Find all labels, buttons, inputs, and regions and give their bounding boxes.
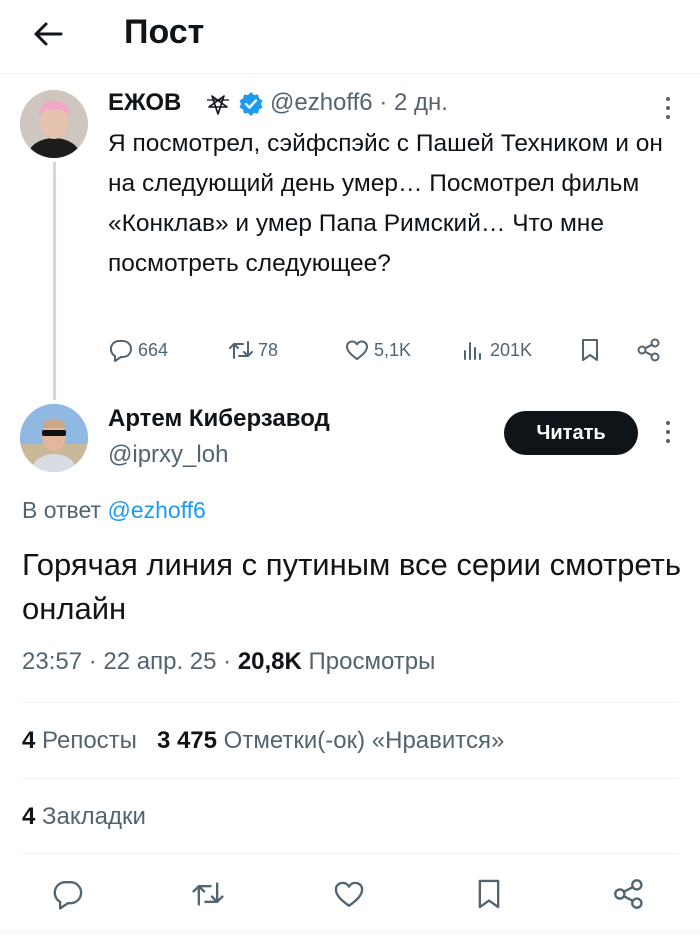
reply-mention-link[interactable]: @ezhoff6: [107, 497, 205, 523]
like-count: 5,1K: [374, 339, 412, 360]
reposts-label: Репосты: [35, 727, 137, 754]
share-button[interactable]: [612, 877, 646, 911]
engagement-stats: 4 Репосты 3 475 Отметки(-ок) «Нравится»: [22, 724, 504, 758]
share-icon: [637, 338, 660, 362]
top-bar: Пост: [0, 0, 700, 74]
views-icon: [464, 342, 481, 360]
follow-button[interactable]: Читать: [504, 411, 638, 455]
author-name[interactable]: ЕЖОВ: [108, 88, 181, 118]
reply-button[interactable]: [51, 877, 85, 911]
more-icon[interactable]: [664, 419, 672, 445]
repost-button[interactable]: 78: [228, 333, 278, 367]
bookmarks-stat[interactable]: 4 Закладки: [22, 800, 146, 834]
repost-count: 78: [258, 339, 279, 360]
bookmark-button[interactable]: [472, 877, 506, 911]
avatar[interactable]: [20, 90, 88, 158]
reply-icon: [53, 881, 83, 910]
tweet-meta: 23:57 · 22 апр. 25 · 20,8K Просмотры: [22, 645, 435, 679]
back-arrow-icon: [34, 22, 63, 46]
author-handle[interactable]: @iprxy_loh: [108, 439, 228, 471]
reposts-count: 4: [22, 727, 36, 754]
views-count: 201K: [490, 339, 533, 360]
views-label: Просмотры: [301, 648, 436, 675]
bookmark-icon: [478, 879, 500, 909]
action-bar: 664 78 5,1K 201K: [108, 333, 668, 367]
likes-label: Отметки(-ок) «Нравится»: [217, 727, 505, 754]
divider: [22, 778, 678, 779]
repost-icon: [229, 341, 253, 359]
divider: [22, 702, 678, 703]
like-button[interactable]: [332, 877, 366, 911]
reply-prefix: В ответ: [22, 497, 108, 523]
verified-badge-icon: [239, 92, 263, 116]
timestamp[interactable]: 23:57 · 22 апр. 25 ·: [22, 648, 238, 675]
divider: [22, 853, 678, 854]
reply-context: В ответ @ezhoff6: [22, 494, 206, 526]
tweet-text: Горячая линия с путиным все серии смотре…: [22, 547, 681, 626]
share-icon: [614, 879, 643, 909]
divider: [0, 932, 700, 933]
views-count: 20,8K: [237, 648, 302, 675]
repost-icon: [192, 882, 224, 906]
bookmark-icon: [582, 339, 598, 361]
likes-stat[interactable]: 3 475 Отметки(-ок) «Нравится»: [157, 727, 504, 754]
reply-icon: [109, 339, 132, 362]
avatar[interactable]: [20, 404, 88, 472]
thread-line: [53, 162, 56, 400]
bottom-action-bar: [0, 860, 700, 922]
likes-count: 3 475: [156, 727, 217, 754]
pentagram-icon: [207, 95, 229, 115]
reply-button[interactable]: 664: [108, 333, 168, 367]
reply-count: 664: [138, 339, 169, 360]
repost-button[interactable]: [191, 877, 225, 911]
reposts-stat[interactable]: 4 Репосты: [22, 727, 137, 754]
bookmark-button[interactable]: [577, 333, 607, 367]
bookmarks-count: 4: [22, 803, 36, 830]
more-icon[interactable]: [664, 95, 672, 121]
tweet-text: Я посмотрел, сэйфспэйс с Пашей Техником …: [108, 130, 663, 277]
share-button[interactable]: [636, 333, 666, 367]
page-title: Пост: [124, 13, 205, 51]
like-icon: [346, 340, 368, 360]
back-button[interactable]: [28, 14, 68, 54]
views-button[interactable]: 201K: [460, 333, 532, 367]
bookmarks-label: Закладки: [35, 803, 146, 830]
like-button[interactable]: 5,1K: [344, 333, 411, 367]
handle-time[interactable]: @ezhoff6 · 2 дн.: [270, 88, 448, 118]
like-icon: [334, 881, 364, 907]
author-name[interactable]: Артем Киберзавод: [108, 403, 330, 435]
